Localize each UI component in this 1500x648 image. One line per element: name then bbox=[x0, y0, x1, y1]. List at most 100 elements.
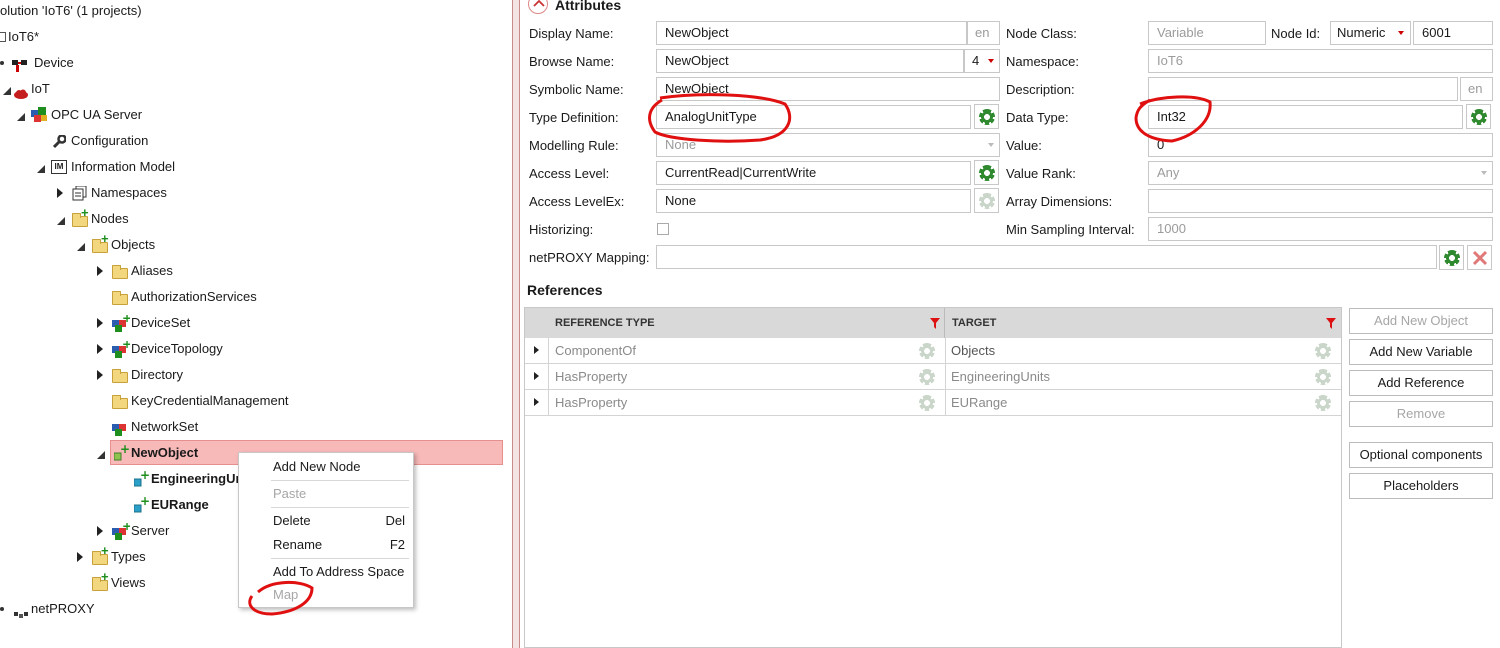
tree-item-engineering-units[interactable]: + EngineeringUr bbox=[0, 468, 241, 490]
attributes-panel: Attributes Display Name: Browse Name: Sy… bbox=[520, 0, 1500, 648]
node-id-type-select[interactable]: Numeric bbox=[1330, 21, 1411, 45]
expand-icon[interactable] bbox=[97, 526, 103, 536]
tree-item-device-topology[interactable]: + DeviceTopology bbox=[0, 337, 260, 360]
gear-icon[interactable] bbox=[1315, 343, 1331, 359]
expand-icon[interactable] bbox=[57, 188, 63, 198]
tree-item-device-set[interactable]: + DeviceSet bbox=[0, 311, 260, 334]
type-definition-field[interactable]: AnalogUnitType bbox=[656, 105, 971, 129]
expander-icon[interactable] bbox=[0, 607, 4, 611]
description-field[interactable] bbox=[1148, 77, 1458, 101]
access-level-edit-button[interactable] bbox=[974, 160, 999, 185]
chevron-down-icon[interactable] bbox=[1398, 31, 1404, 35]
collapse-section-icon[interactable] bbox=[528, 0, 548, 14]
expand-icon[interactable] bbox=[77, 552, 83, 562]
optional-components-button[interactable]: Optional components bbox=[1349, 442, 1493, 468]
collapse-icon[interactable] bbox=[37, 165, 45, 173]
expander-icon[interactable] bbox=[0, 61, 4, 65]
symbolic-name-field[interactable]: NewObject bbox=[656, 77, 1000, 101]
browse-name-field[interactable]: NewObject bbox=[656, 49, 964, 73]
tree-item-opcua-server[interactable]: OPC UA Server bbox=[0, 104, 220, 126]
access-levelex-edit-button[interactable] bbox=[974, 188, 999, 213]
collapse-icon[interactable] bbox=[77, 243, 85, 251]
menu-item-map[interactable]: Map bbox=[239, 584, 413, 606]
menu-item-delete[interactable]: Delete Del bbox=[239, 510, 413, 532]
array-dimensions-field[interactable] bbox=[1148, 189, 1493, 213]
remove-button[interactable]: Remove bbox=[1349, 401, 1493, 427]
expand-icon[interactable] bbox=[97, 318, 103, 328]
netproxy-mapping-edit-button[interactable] bbox=[1439, 245, 1464, 270]
column-header-target[interactable]: TARGET bbox=[945, 308, 1341, 338]
display-name-field[interactable]: NewObject bbox=[656, 21, 967, 45]
menu-item-add-new-node[interactable]: Add New Node bbox=[239, 456, 413, 478]
value-rank-select[interactable]: Any bbox=[1148, 161, 1493, 185]
namespace-field[interactable]: IoT6 bbox=[1148, 49, 1493, 73]
browse-name-namespace-select[interactable]: 4 bbox=[964, 49, 1000, 73]
tree-item-configuration[interactable]: Configuration bbox=[0, 130, 220, 152]
netproxy-mapping-clear-button[interactable] bbox=[1467, 245, 1492, 270]
menu-item-paste[interactable]: Paste bbox=[239, 483, 413, 505]
data-type-field[interactable]: Int32 bbox=[1148, 105, 1463, 129]
modelling-rule-select[interactable]: None bbox=[656, 133, 1000, 157]
add-reference-button[interactable]: Add Reference bbox=[1349, 370, 1493, 396]
expand-icon[interactable] bbox=[97, 344, 103, 354]
tree-item-types[interactable]: + Types bbox=[0, 544, 236, 568]
placeholders-button[interactable]: Placeholders bbox=[1349, 473, 1493, 499]
tree-item-aliases[interactable]: Aliases bbox=[0, 260, 260, 282]
tree-item-device[interactable]: Device bbox=[0, 52, 200, 74]
tree-item-server[interactable]: + Server bbox=[0, 519, 236, 542]
gear-icon[interactable] bbox=[919, 369, 935, 385]
add-new-variable-button[interactable]: Add New Variable bbox=[1349, 339, 1493, 365]
add-new-object-button[interactable]: Add New Object bbox=[1349, 308, 1493, 334]
collapse-icon[interactable] bbox=[97, 451, 105, 459]
table-row[interactable]: HasProperty EngineeringUnits bbox=[525, 364, 1341, 390]
min-sampling-field[interactable]: 1000 bbox=[1148, 217, 1493, 241]
tree-item-namespaces[interactable]: Namespaces bbox=[0, 182, 240, 204]
table-row[interactable]: HasProperty EURange bbox=[525, 390, 1341, 416]
node-id-label: Node Id: bbox=[1271, 26, 1321, 41]
node-id-field[interactable]: 6001 bbox=[1413, 21, 1493, 45]
tree-item-netproxy[interactable]: netPROXY bbox=[0, 598, 236, 620]
expand-icon[interactable] bbox=[97, 370, 103, 380]
description-locale[interactable]: en bbox=[1460, 77, 1493, 101]
gear-icon[interactable] bbox=[1315, 395, 1331, 411]
collapse-icon[interactable] bbox=[17, 113, 25, 121]
filter-icon[interactable] bbox=[930, 318, 940, 329]
tree-project[interactable]: IoT6* bbox=[0, 26, 120, 48]
tree-item-objects[interactable]: + Objects bbox=[0, 232, 260, 256]
tree-item-information-model[interactable]: IM Information Model bbox=[0, 156, 240, 178]
gear-icon[interactable] bbox=[919, 343, 935, 359]
access-levelex-field[interactable]: None bbox=[656, 189, 971, 213]
tree-item-authorization-services[interactable]: AuthorizationServices bbox=[0, 286, 300, 308]
gear-icon[interactable] bbox=[919, 395, 935, 411]
data-type-browse-button[interactable] bbox=[1466, 104, 1491, 129]
row-expander[interactable] bbox=[525, 338, 549, 364]
collapse-icon[interactable] bbox=[57, 217, 65, 225]
expand-icon[interactable] bbox=[97, 266, 103, 276]
display-name-locale[interactable]: en bbox=[967, 21, 1000, 45]
table-row[interactable]: ComponentOf Objects bbox=[525, 338, 1341, 364]
menu-item-rename[interactable]: Rename F2 bbox=[239, 534, 413, 556]
netproxy-mapping-field[interactable] bbox=[656, 245, 1437, 269]
tree-item-iot[interactable]: IoT bbox=[0, 78, 200, 100]
column-header-reference-type[interactable]: REFERENCE TYPE bbox=[525, 308, 945, 338]
tree-item-nodes[interactable]: + Nodes bbox=[0, 206, 240, 230]
gear-icon bbox=[979, 109, 995, 125]
type-definition-browse-button[interactable] bbox=[974, 104, 999, 129]
array-dimensions-label: Array Dimensions: bbox=[1006, 194, 1113, 209]
tree-item-directory[interactable]: Directory bbox=[0, 364, 260, 386]
splitter[interactable] bbox=[512, 0, 520, 648]
collapse-icon[interactable] bbox=[3, 87, 11, 95]
gear-icon[interactable] bbox=[1315, 369, 1331, 385]
historizing-checkbox[interactable] bbox=[657, 223, 669, 235]
tree-item-views[interactable]: + Views bbox=[0, 570, 236, 594]
row-expander[interactable] bbox=[525, 390, 549, 416]
access-level-field[interactable]: CurrentRead|CurrentWrite bbox=[656, 161, 971, 185]
row-expander[interactable] bbox=[525, 364, 549, 390]
menu-item-add-to-address-space[interactable]: Add To Address Space bbox=[239, 561, 413, 583]
tree-item-eu-range[interactable]: + EURange bbox=[0, 494, 240, 516]
filter-icon[interactable] bbox=[1326, 318, 1336, 329]
tree-item-network-set[interactable]: NetworkSet bbox=[0, 416, 260, 438]
tree-item-key-credential-management[interactable]: KeyCredentialManagement bbox=[0, 390, 320, 412]
node-class-field[interactable]: Variable bbox=[1148, 21, 1266, 45]
value-field[interactable]: 0 bbox=[1148, 133, 1493, 157]
